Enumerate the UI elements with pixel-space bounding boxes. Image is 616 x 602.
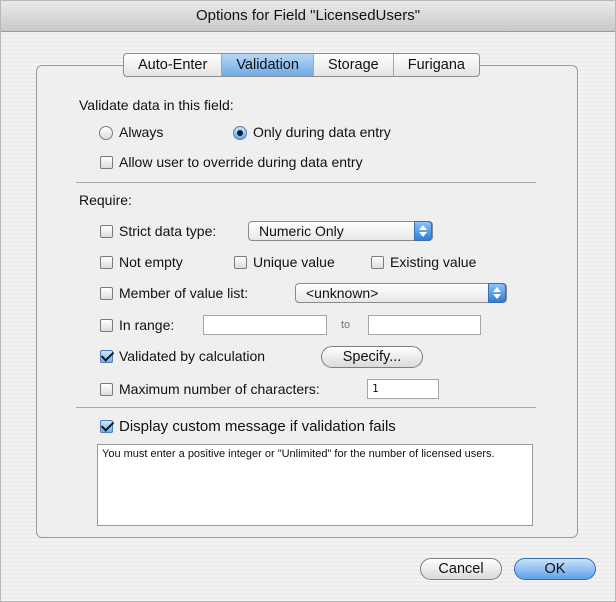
strict-type-checkbox[interactable] [100, 225, 113, 238]
ok-button[interactable]: OK [514, 558, 596, 580]
tab-bar: Auto-Enter Validation Storage Furigana [123, 53, 480, 77]
member-list-label[interactable]: Member of value list: [119, 285, 248, 301]
strict-type-popup[interactable]: Numeric Only [248, 221, 433, 241]
range-to-field[interactable] [368, 315, 481, 335]
range-from-field[interactable] [203, 315, 327, 335]
tab-furigana[interactable]: Furigana [394, 54, 479, 76]
not-empty-label[interactable]: Not empty [119, 254, 183, 270]
always-radio[interactable] [99, 126, 113, 140]
max-chars-checkbox[interactable] [100, 383, 113, 396]
existing-value-label[interactable]: Existing value [390, 254, 476, 270]
tab-validation[interactable]: Validation [222, 54, 314, 76]
unique-value-checkbox[interactable] [234, 256, 247, 269]
member-list-checkbox[interactable] [100, 287, 113, 300]
strict-type-label[interactable]: Strict data type: [119, 223, 216, 239]
value-list-value: <unknown> [306, 285, 379, 301]
custom-message-checkbox[interactable] [100, 420, 113, 433]
strict-type-value: Numeric Only [259, 223, 344, 239]
popup-arrows-icon [414, 221, 432, 241]
value-list-popup[interactable]: <unknown> [295, 283, 507, 303]
custom-message-textarea[interactable]: You must enter a positive integer or "Un… [97, 444, 533, 526]
override-checkbox[interactable] [100, 156, 113, 169]
max-chars-field[interactable]: 1 [367, 379, 439, 399]
during-entry-label[interactable]: Only during data entry [253, 124, 391, 140]
tab-auto-enter[interactable]: Auto-Enter [124, 54, 223, 76]
always-label[interactable]: Always [119, 124, 163, 140]
in-range-checkbox[interactable] [100, 319, 113, 332]
existing-value-checkbox[interactable] [371, 256, 384, 269]
not-empty-checkbox[interactable] [100, 256, 113, 269]
in-range-label[interactable]: In range: [119, 317, 174, 333]
cancel-button[interactable]: Cancel [420, 558, 502, 580]
popup-arrows-icon [488, 283, 506, 303]
unique-value-label[interactable]: Unique value [253, 254, 335, 270]
during-entry-radio[interactable] [233, 126, 247, 140]
specify-button[interactable]: Specify... [321, 346, 423, 368]
window-title: Options for Field "LicensedUsers" [1, 1, 615, 32]
dialog-window: Options for Field "LicensedUsers" Auto-E… [0, 0, 616, 602]
validate-heading: Validate data in this field: [79, 97, 234, 113]
max-chars-label[interactable]: Maximum number of characters: [119, 381, 320, 397]
require-heading: Require: [79, 192, 132, 208]
custom-message-label[interactable]: Display custom message if validation fai… [119, 418, 396, 435]
calculation-checkbox[interactable] [100, 350, 113, 363]
section-divider [76, 407, 536, 408]
section-divider [76, 182, 536, 183]
calculation-label[interactable]: Validated by calculation [119, 348, 265, 364]
tab-storage[interactable]: Storage [314, 54, 394, 76]
override-label[interactable]: Allow user to override during data entry [119, 154, 363, 170]
range-to-label: to [341, 319, 351, 331]
